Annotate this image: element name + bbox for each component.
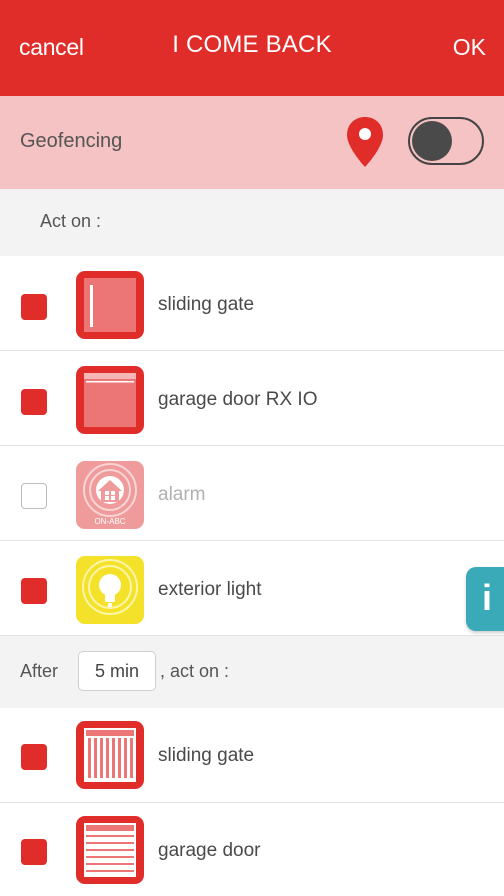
- device-label: sliding gate: [158, 745, 255, 766]
- delay-input[interactable]: 5 min: [78, 651, 156, 691]
- ok-button[interactable]: OK: [453, 34, 486, 61]
- device-row-alarm[interactable]: ON-ABC alarm: [0, 446, 504, 541]
- after-suffix-label: , act on :: [160, 661, 230, 681]
- device-label: garage door: [158, 840, 261, 861]
- light-bulb-icon: [76, 556, 144, 624]
- geofencing-toggle[interactable]: [408, 117, 484, 165]
- after-device-row-garage-door[interactable]: garage door: [0, 803, 504, 896]
- location-pin-icon: [347, 117, 383, 167]
- info-icon: i: [481, 577, 492, 618]
- after-device-row-sliding-gate[interactable]: sliding gate: [0, 708, 504, 803]
- after-section: After , act on :: [0, 636, 504, 708]
- device-label: sliding gate: [158, 294, 255, 315]
- after-prefix-label: After: [20, 661, 59, 681]
- device-checkbox[interactable]: [21, 483, 47, 509]
- device-checkbox[interactable]: [21, 389, 47, 415]
- device-checkbox[interactable]: [21, 839, 47, 865]
- device-label: exterior light: [158, 579, 262, 600]
- alarm-icon-text: ON-ABC: [94, 517, 125, 526]
- info-button[interactable]: i: [466, 567, 504, 631]
- page-title: I COME BACK: [172, 31, 332, 58]
- garage-door-icon: [76, 366, 144, 434]
- device-label: alarm: [158, 484, 206, 505]
- device-row-sliding-gate[interactable]: sliding gate: [0, 256, 504, 351]
- sliding-gate-icon: [76, 271, 144, 339]
- device-checkbox[interactable]: [21, 578, 47, 604]
- device-checkbox[interactable]: [21, 744, 47, 770]
- header-bar: cancel I COME BACK OK: [0, 0, 504, 96]
- device-checkbox[interactable]: [21, 294, 47, 320]
- toggle-knob: [412, 121, 452, 161]
- geofencing-label: Geofencing: [20, 130, 123, 152]
- device-row-garage-door-rx-io[interactable]: garage door RX IO: [0, 351, 504, 446]
- device-row-exterior-light[interactable]: exterior light: [0, 541, 504, 636]
- garage-door-open-icon: [76, 816, 144, 884]
- sliding-gate-open-icon: [76, 721, 144, 789]
- alarm-house-icon: ON-ABC: [76, 461, 144, 529]
- act-on-section: Act on :: [0, 189, 504, 256]
- device-label: garage door RX IO: [158, 389, 318, 410]
- act-on-label: Act on :: [40, 211, 102, 231]
